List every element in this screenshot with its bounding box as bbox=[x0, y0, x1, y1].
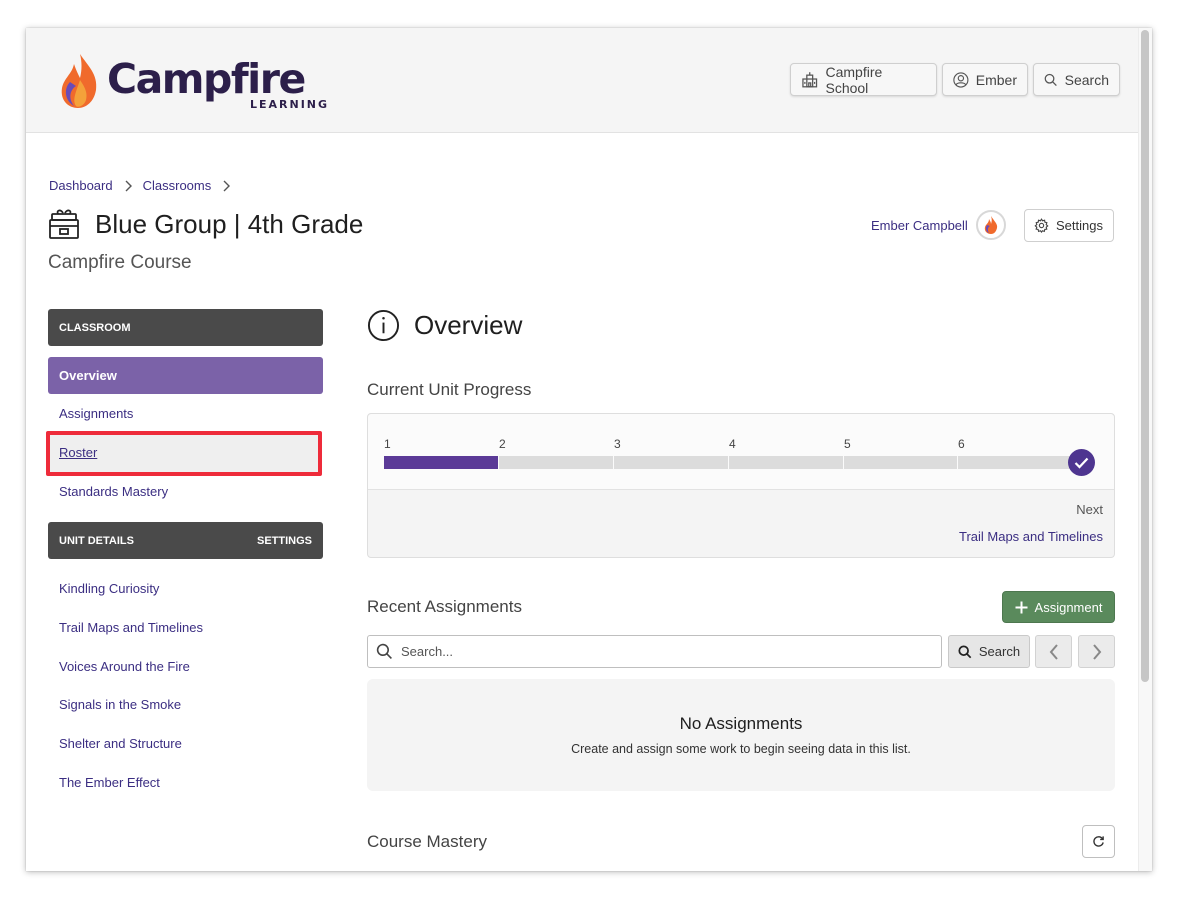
settings-label: Settings bbox=[1056, 218, 1103, 233]
chevron-right-icon bbox=[222, 180, 231, 192]
empty-state-title: No Assignments bbox=[679, 714, 803, 733]
next-page-button[interactable] bbox=[1078, 635, 1115, 668]
campfire-logo[interactable]: Campfire LEARNING bbox=[58, 52, 327, 114]
app-window: Campfire LEARNING Campfire School Ember … bbox=[26, 28, 1152, 871]
unit-complete-check-icon bbox=[1068, 449, 1095, 476]
top-header: Campfire LEARNING Campfire School Ember … bbox=[26, 28, 1138, 133]
classroom-desk-icon bbox=[49, 209, 79, 239]
classroom-section-header: CLASSROOM bbox=[48, 309, 323, 346]
search-icon bbox=[1044, 73, 1057, 86]
unit-details-section-header: UNIT DETAILS SETTINGS bbox=[48, 522, 323, 559]
chevron-right-icon bbox=[124, 180, 132, 192]
unit-settings-link[interactable]: SETTINGS bbox=[257, 535, 312, 547]
search-icon bbox=[376, 643, 392, 659]
chevron-right-icon bbox=[1092, 643, 1101, 660]
step-number: 6 bbox=[958, 437, 965, 451]
step-number: 4 bbox=[729, 437, 736, 451]
school-button-label: Campfire School bbox=[825, 63, 883, 96]
flame-avatar-icon bbox=[984, 216, 997, 234]
breadcrumb: Dashboard Classrooms bbox=[49, 178, 241, 193]
classroom-settings-button[interactable]: Settings bbox=[1024, 209, 1114, 242]
avatar bbox=[975, 210, 1006, 240]
teacher-name: Ember Campbell bbox=[871, 217, 968, 233]
plus-icon bbox=[1015, 601, 1028, 613]
unit-link-shelter-and-structure[interactable]: Shelter and Structure bbox=[59, 736, 182, 751]
scrollbar[interactable] bbox=[1138, 28, 1152, 871]
sidebar-item-standards-mastery[interactable]: Standards Mastery bbox=[59, 484, 168, 499]
sidebar-item-label: Overview bbox=[59, 368, 117, 383]
teacher-profile[interactable]: Ember Campbell bbox=[871, 210, 1006, 240]
step-number: 2 bbox=[499, 437, 506, 451]
logo-wordmark: Campfire bbox=[107, 55, 306, 103]
school-building-icon bbox=[802, 71, 818, 87]
course-subtitle: Campfire Course bbox=[48, 252, 192, 273]
unit-link-trail-maps[interactable]: Trail Maps and Timelines bbox=[59, 620, 203, 635]
overview-heading: Overview bbox=[367, 309, 522, 342]
user-menu-button[interactable]: Ember bbox=[942, 63, 1028, 96]
sidebar-item-roster[interactable]: Roster bbox=[59, 445, 97, 460]
unit-link-kindling-curiosity[interactable]: Kindling Curiosity bbox=[59, 581, 159, 596]
next-unit-link[interactable]: Trail Maps and Timelines bbox=[959, 529, 1103, 544]
progress-segment bbox=[729, 456, 843, 469]
recent-assignments-title: Recent Assignments bbox=[367, 597, 522, 616]
unit-link-the-ember-effect[interactable]: The Ember Effect bbox=[59, 775, 160, 790]
step-number: 3 bbox=[614, 437, 621, 451]
next-label: Next bbox=[1076, 502, 1103, 517]
progress-segment bbox=[844, 456, 957, 469]
sidebar-item-overview[interactable]: Overview bbox=[48, 357, 323, 394]
classroom-header-label: CLASSROOM bbox=[59, 321, 131, 334]
scrollbar-thumb[interactable] bbox=[1141, 30, 1149, 682]
unit-details-header-label: UNIT DETAILS bbox=[59, 534, 134, 547]
school-button[interactable]: Campfire School bbox=[790, 63, 937, 96]
step-number: 5 bbox=[844, 437, 851, 451]
overview-title: Overview bbox=[414, 310, 523, 340]
unit-link-voices-around-the-fire[interactable]: Voices Around the Fire bbox=[59, 659, 190, 674]
assignment-search-box bbox=[367, 635, 942, 668]
search-icon bbox=[958, 644, 972, 658]
page-title-row: Blue Group | 4th Grade bbox=[47, 208, 363, 240]
refresh-mastery-button[interactable] bbox=[1082, 825, 1115, 858]
assignment-search-input[interactable] bbox=[401, 644, 921, 659]
refresh-icon bbox=[1093, 836, 1104, 847]
breadcrumb-classrooms[interactable]: Classrooms bbox=[143, 178, 212, 193]
empty-state-description: Create and assign some work to begin see… bbox=[571, 742, 911, 756]
previous-page-button[interactable] bbox=[1035, 635, 1072, 668]
progress-track-area: 1 2 3 4 5 6 bbox=[368, 414, 1114, 490]
progress-segment bbox=[499, 456, 613, 469]
unit-link-signals-in-the-smoke[interactable]: Signals in the Smoke bbox=[59, 697, 181, 712]
breadcrumb-dashboard[interactable]: Dashboard bbox=[49, 178, 113, 193]
header-search-label: Search bbox=[1064, 71, 1109, 88]
progress-segment bbox=[614, 456, 728, 469]
unit-progress-card: 1 2 3 4 5 6 Next Trail Maps and Timeline… bbox=[367, 413, 1115, 558]
assignment-search-button[interactable]: Search bbox=[948, 635, 1030, 668]
current-unit-progress-title: Current Unit Progress bbox=[367, 380, 532, 399]
page-title: Blue Group | 4th Grade bbox=[95, 208, 364, 239]
user-menu-label: Ember bbox=[975, 71, 1017, 88]
logo-subtitle: LEARNING bbox=[250, 98, 330, 111]
flame-logo-icon bbox=[61, 54, 97, 108]
add-assignment-label: Assignment bbox=[1034, 599, 1103, 615]
chevron-left-icon bbox=[1049, 643, 1058, 660]
search-button-label: Search bbox=[978, 644, 1021, 659]
progress-segment bbox=[384, 456, 498, 469]
course-mastery-title: Course Mastery bbox=[367, 832, 487, 851]
progress-segment bbox=[958, 456, 1070, 469]
add-assignment-button[interactable]: Assignment bbox=[1002, 591, 1115, 623]
header-search-button[interactable]: Search bbox=[1033, 63, 1120, 96]
info-circle-icon bbox=[367, 309, 400, 342]
gear-icon bbox=[1034, 218, 1049, 233]
assignments-empty-state: No Assignments Create and assign some wo… bbox=[367, 679, 1115, 791]
step-number: 1 bbox=[384, 437, 391, 451]
sidebar-item-assignments[interactable]: Assignments bbox=[59, 406, 133, 421]
user-circle-icon bbox=[953, 71, 969, 88]
